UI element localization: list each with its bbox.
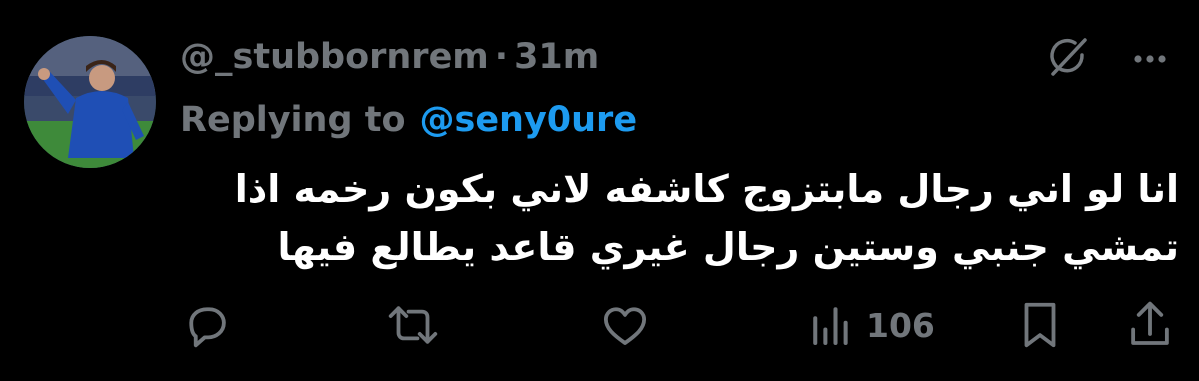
reply-icon	[180, 298, 234, 352]
timestamp[interactable]: 31m	[514, 37, 599, 77]
views-button[interactable]: 106	[808, 298, 935, 352]
views-count: 106	[866, 305, 935, 345]
reply-button[interactable]	[180, 298, 234, 352]
bookmark-button[interactable]	[1016, 298, 1064, 352]
share-button[interactable]	[1126, 298, 1174, 352]
like-icon	[598, 298, 652, 352]
replying-handle-link[interactable]: @seny0ure	[419, 100, 637, 140]
retweet-button[interactable]	[384, 298, 442, 352]
retweet-icon	[384, 298, 442, 352]
more-icon[interactable]	[1133, 50, 1167, 69]
tweet-header: @_stubbornrem · 31m	[180, 28, 599, 86]
share-icon	[1126, 298, 1174, 352]
tweet-text: انا لو اني رجال مابتزوج كاشفه لاني بكون …	[180, 160, 1179, 276]
like-button[interactable]	[598, 298, 652, 352]
replying-label: Replying to	[180, 100, 406, 140]
tweet-text-line: تمشي جنبي وستين رجال غيري قاعد يطالع فيه…	[277, 225, 1179, 269]
bookmark-icon	[1016, 298, 1064, 352]
separator: ·	[494, 37, 509, 77]
replying-to: Replying to @seny0ure	[180, 94, 637, 146]
top-actions	[1045, 34, 1167, 84]
username[interactable]: @_stubbornrem	[180, 37, 489, 77]
action-bar: 106	[180, 298, 1179, 352]
avatar[interactable]	[24, 36, 156, 168]
views-icon	[808, 298, 854, 352]
tweet-text-line: انا لو اني رجال مابتزوج كاشفه لاني بكون …	[234, 167, 1179, 211]
grok-icon[interactable]	[1045, 34, 1091, 84]
